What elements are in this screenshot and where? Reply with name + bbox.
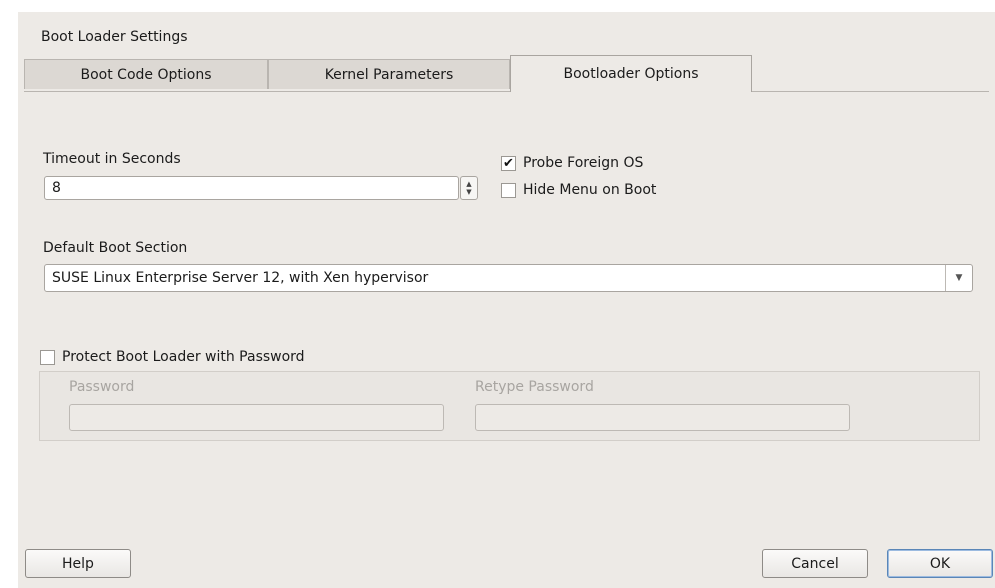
ok-button-label: OK (929, 555, 951, 572)
checkbox-box[interactable]: ✔ (501, 155, 516, 171)
cancel-button[interactable]: Cancel (762, 549, 868, 578)
default-boot-section-combobox[interactable]: SUSE Linux Enterprise Server 12, with Xe… (44, 264, 973, 292)
tab-bootloader-options[interactable]: Bootloader Options (510, 55, 752, 92)
probe-foreign-os-checkbox[interactable]: ✔ Probe Foreign OS (501, 155, 643, 171)
tab-divider (24, 91, 989, 92)
timeout-label: Timeout in Seconds (43, 151, 181, 167)
tab-label: Boot Code Options (80, 66, 212, 83)
hide-menu-on-boot-checkbox[interactable]: Hide Menu on Boot (501, 182, 656, 198)
timeout-input[interactable]: 8 (44, 176, 459, 200)
spin-down-icon[interactable]: ▼ (466, 188, 471, 196)
password-group: Password Retype Password (39, 371, 980, 441)
timeout-spinner[interactable]: ▲ ▼ (460, 176, 478, 200)
cancel-button-label: Cancel (791, 555, 839, 572)
password-label: Password (69, 379, 135, 395)
spin-up-icon[interactable]: ▲ (466, 180, 471, 188)
ok-button[interactable]: OK (887, 549, 993, 578)
protect-boot-loader-checkbox[interactable]: Protect Boot Loader with Password (40, 349, 305, 365)
bootloader-settings-dialog: Boot Loader Settings Boot Code Options K… (18, 12, 995, 588)
tab-label: Bootloader Options (563, 66, 699, 82)
retype-password-label: Retype Password (475, 379, 594, 395)
protect-boot-loader-label: Protect Boot Loader with Password (62, 349, 305, 365)
probe-foreign-os-label: Probe Foreign OS (523, 155, 644, 171)
default-boot-section-value: SUSE Linux Enterprise Server 12, with Xe… (52, 270, 429, 286)
tab-boot-code-options[interactable]: Boot Code Options (24, 59, 268, 89)
password-input[interactable] (69, 404, 444, 431)
hide-menu-on-boot-label: Hide Menu on Boot (523, 182, 657, 198)
dropdown-arrow-icon[interactable]: ▼ (945, 265, 972, 291)
checkbox-box[interactable] (501, 182, 516, 198)
tab-bar: Boot Code Options Kernel Parameters Boot… (24, 55, 989, 92)
checkmark-icon: ✔ (503, 155, 514, 171)
dialog-title: Boot Loader Settings (41, 29, 188, 45)
tab-label: Kernel Parameters (324, 66, 454, 83)
help-button[interactable]: Help (25, 549, 131, 578)
help-button-label: Help (62, 555, 94, 572)
tab-kernel-parameters[interactable]: Kernel Parameters (268, 59, 510, 89)
retype-password-input[interactable] (475, 404, 850, 431)
default-boot-section-label: Default Boot Section (43, 240, 188, 256)
checkbox-box[interactable] (40, 349, 55, 365)
